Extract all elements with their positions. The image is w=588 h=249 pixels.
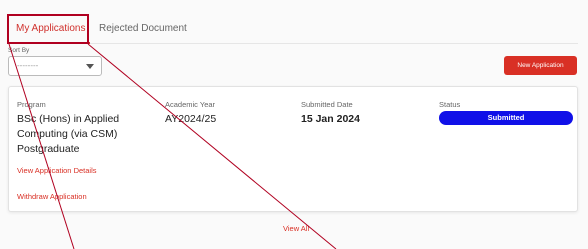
new-application-button[interactable]: New Application [504, 56, 577, 75]
tab-rejected-document[interactable]: Rejected Document [99, 14, 209, 44]
program-value: BSc (Hons) in Applied Computing (via CSM… [17, 113, 120, 155]
academic-year-label: Academic Year [165, 100, 216, 109]
program-label: Program [17, 100, 46, 109]
academic-year-value: AY2024/25 [165, 113, 217, 125]
annotation-highlight-box [7, 14, 89, 44]
view-application-details-link[interactable]: View Application Details [17, 166, 97, 175]
chevron-down-icon [86, 64, 94, 69]
sort-by-value: -------- [17, 61, 39, 70]
sort-by-select[interactable]: -------- [8, 56, 102, 76]
sort-by-label: Sort By [8, 47, 30, 54]
submitted-date-label: Submitted Date [301, 100, 353, 109]
withdraw-application-link[interactable]: Withdraw Application [17, 192, 87, 201]
tab-bar: My Applications Rejected Document [8, 14, 578, 44]
status-label: Status [439, 100, 461, 109]
application-card: Program BSc (Hons) in Applied Computing … [8, 86, 578, 212]
view-all-link[interactable]: View All [283, 224, 309, 233]
status-badge: Submitted [439, 111, 573, 125]
submitted-date-value: 15 Jan 2024 [301, 113, 360, 125]
